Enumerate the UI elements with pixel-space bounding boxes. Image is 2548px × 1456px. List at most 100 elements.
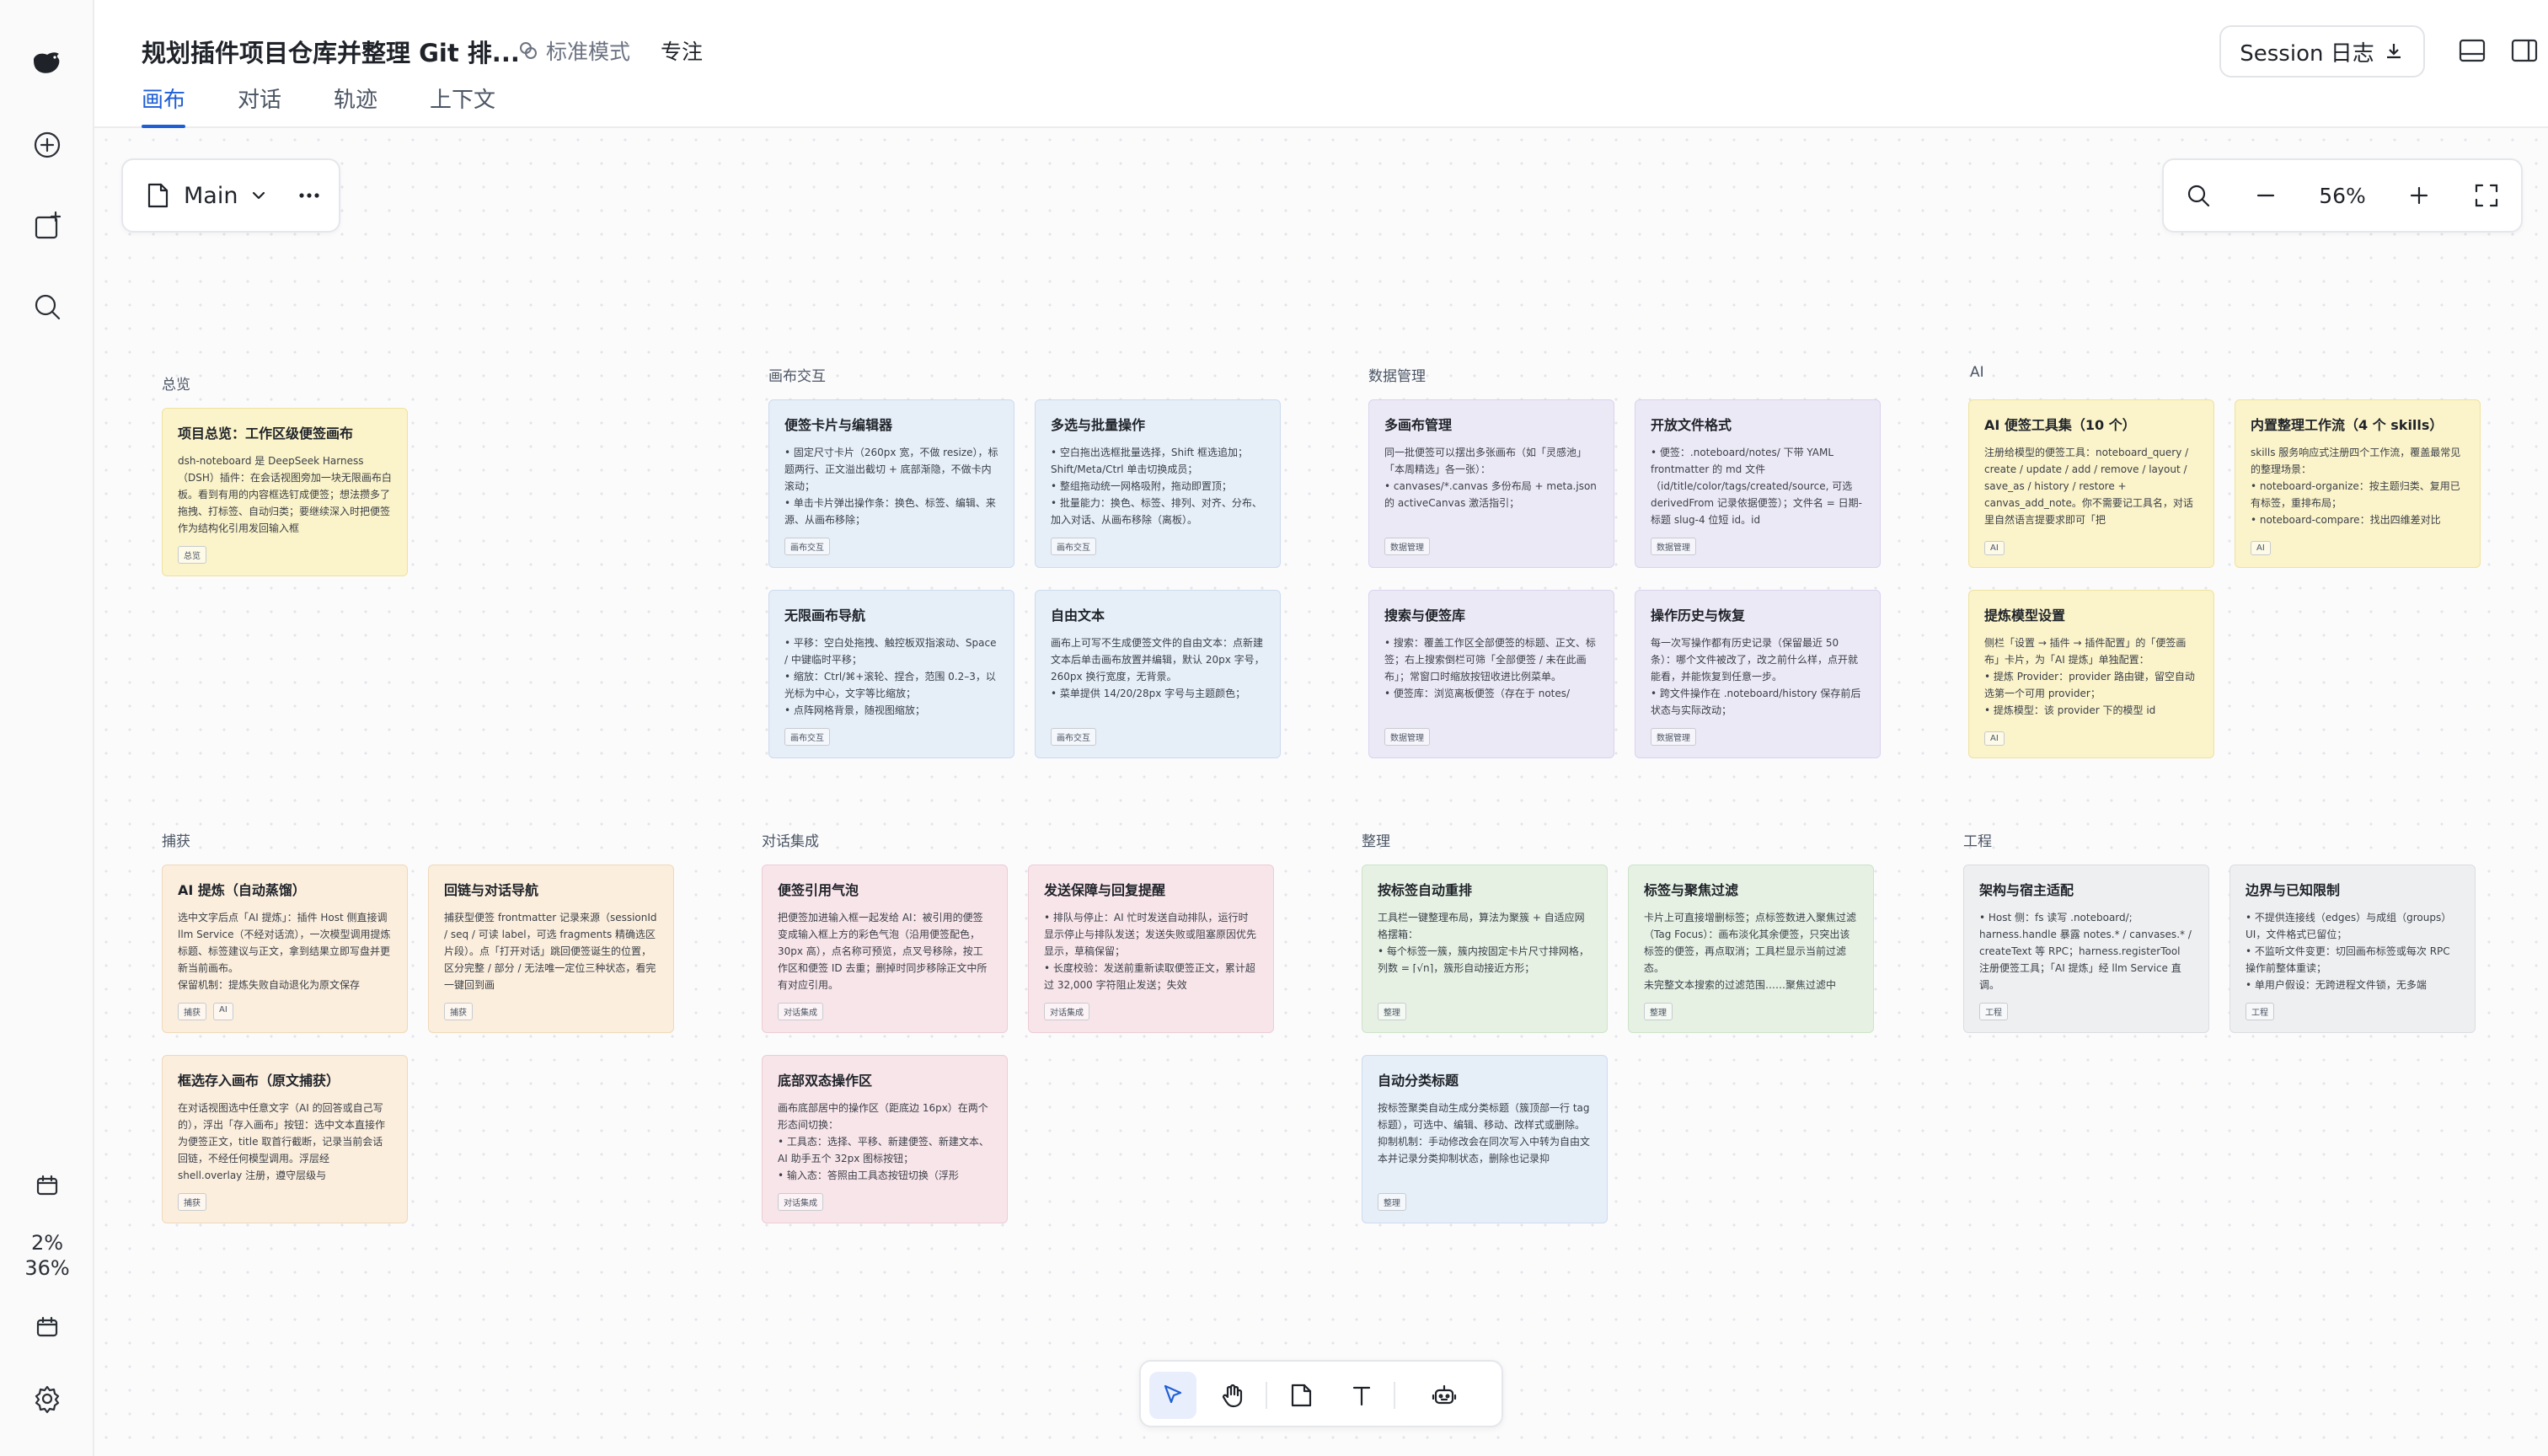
note-card[interactable]: 多选与批量操作 • 空白拖出选框批量选择，Shift 框选追加；Shift/Met… xyxy=(1035,399,1281,568)
hand-icon xyxy=(1222,1384,1243,1408)
tab-context[interactable]: 上下文 xyxy=(430,83,495,128)
tag-chip[interactable]: 工程 xyxy=(1979,1003,2008,1020)
note-card[interactable]: 标签与聚焦过滤 卡片上可直接增删标签；点标签数进入聚焦过滤（Tag Focus）：… xyxy=(1628,864,1874,1033)
tag-chip[interactable]: 画布交互 xyxy=(784,538,830,555)
note-card-tags: 捕获 xyxy=(444,1003,473,1020)
section-canvas-interaction[interactable]: 画布交互 xyxy=(768,364,826,385)
search-icon[interactable] xyxy=(24,283,71,330)
note-card-body: 在对话视图选中任意文字（AI 的回答或自己写的），浮出「存入画布」按钮：选中文本… xyxy=(178,1102,386,1181)
app-logo-icon[interactable] xyxy=(24,40,71,88)
section-capture[interactable]: 捕获 xyxy=(162,829,190,850)
select-tool-button[interactable] xyxy=(1149,1372,1196,1419)
note-card[interactable]: AI 便签工具集（10 个） 注册给模型的便签工具：noteboard_query… xyxy=(1968,399,2214,568)
note-card[interactable]: 多画布管理 同一批便签可以摆出多张画布（如「灵感池」「本周精选」各一张）： • c… xyxy=(1368,399,1614,568)
note-card[interactable]: 按标签自动重排 工具栏一键整理布局，算法为聚簇 + 自适应网格摆箱： • 每个标签… xyxy=(1362,864,1608,1033)
tag-chip[interactable]: 数据管理 xyxy=(1384,728,1430,746)
tag-chip[interactable]: 整理 xyxy=(1378,1193,1406,1211)
tab-canvas[interactable]: 画布 xyxy=(142,83,186,128)
tag-chip[interactable]: 数据管理 xyxy=(1384,538,1430,555)
note-card-tags: 整理 xyxy=(1378,1193,1406,1211)
calendar-icon[interactable] xyxy=(24,1163,71,1210)
tag-chip[interactable]: 画布交互 xyxy=(1051,538,1096,555)
tab-bar: 画布 对话 轨迹 上下文 xyxy=(142,83,548,128)
tag-chip[interactable]: AI xyxy=(1984,541,2005,555)
tag-chip[interactable]: 工程 xyxy=(2246,1003,2274,1020)
tag-chip[interactable]: 捕获 xyxy=(444,1003,473,1020)
note-card[interactable]: 架构与宿主适配 • Host 侧：fs 读写 .noteboard/; harne… xyxy=(1963,864,2209,1033)
canvas-search-icon[interactable] xyxy=(2184,181,2213,210)
tag-chip[interactable]: 总览 xyxy=(178,546,206,564)
session-log-button[interactable]: Session 日志 xyxy=(2219,25,2425,78)
ai-assistant-button[interactable] xyxy=(1421,1372,1468,1419)
settings-gear-icon[interactable] xyxy=(24,1375,71,1422)
note-card[interactable]: 回链与对话导航 捕获型便签 frontmatter 记录来源（sessionId … xyxy=(428,864,674,1033)
note-card[interactable]: 操作历史与恢复 每一次写操作都有历史记录（保留最近 50 条）：哪个文件被改了，改… xyxy=(1635,590,1881,758)
tag-chip[interactable]: AI xyxy=(213,1003,233,1020)
tag-chip[interactable]: 整理 xyxy=(1644,1003,1673,1020)
more-options-icon[interactable] xyxy=(295,181,324,210)
new-note-button[interactable] xyxy=(1277,1372,1325,1419)
section-overview[interactable]: 总览 xyxy=(162,372,190,393)
zoom-level[interactable]: 56% xyxy=(2319,184,2366,208)
tag-chip[interactable]: 画布交互 xyxy=(784,728,830,746)
calendar-icon-2[interactable] xyxy=(24,1304,71,1352)
note-card-body: • Host 侧：fs 读写 .noteboard/; harness.hand… xyxy=(1979,912,2192,991)
fit-to-screen-icon[interactable] xyxy=(2472,181,2501,210)
noteboard-canvas[interactable] xyxy=(94,128,2548,1456)
section-organize[interactable]: 整理 xyxy=(1362,829,1390,850)
section-data-management[interactable]: 数据管理 xyxy=(1368,364,1426,385)
note-card[interactable]: 项目总览：工作区级便签画布 dsh-noteboard 是 DeepSeek Ha… xyxy=(162,408,408,576)
new-text-button[interactable] xyxy=(1338,1372,1385,1419)
tab-trace[interactable]: 轨迹 xyxy=(334,83,377,128)
note-card-title: 无限画布导航 xyxy=(784,608,866,624)
tag-chip[interactable]: 捕获 xyxy=(178,1003,206,1020)
tag-chip[interactable]: 对话集成 xyxy=(1044,1003,1089,1020)
note-card[interactable]: 自由文本 画布上可写不生成便签文件的自由文本：点新建文本后单击画布放置并编辑，默认… xyxy=(1035,590,1281,758)
note-card-body: • 排队与停止：AI 忙时发送自动排队，运行时显示停止与排队发送；发送失败或阻塞… xyxy=(1044,912,1257,991)
note-card[interactable]: 底部双态操作区 画布底部居中的操作区（距底边 16px）在两个形态间切换： • 工… xyxy=(762,1055,1008,1223)
section-chat-integration[interactable]: 对话集成 xyxy=(762,829,819,850)
note-card-title: 回链与对话导航 xyxy=(444,882,539,898)
mode-toggle[interactable]: 标准模式 xyxy=(517,35,630,66)
tag-chip[interactable]: 整理 xyxy=(1378,1003,1406,1020)
note-card[interactable]: 框选存入画布（原文捕获） 在对话视图选中任意文字（AI 的回答或自己写的），浮出「… xyxy=(162,1055,408,1223)
bottom-panel-toggle-icon[interactable] xyxy=(2455,34,2489,67)
note-card[interactable]: 无限画布导航 • 平移：空白处拖拽、触控板双指滚动、Space / 中键临时平移；… xyxy=(768,590,1014,758)
note-card[interactable]: 开放文件格式 • 便签：.noteboard/notes/ 下带 YAML fro… xyxy=(1635,399,1881,568)
tag-chip[interactable]: 数据管理 xyxy=(1651,538,1696,555)
tag-chip[interactable]: AI xyxy=(1984,731,2005,746)
tag-chip[interactable]: 对话集成 xyxy=(778,1193,823,1211)
new-session-icon[interactable] xyxy=(24,121,71,169)
note-card[interactable]: AI 提炼（自动蒸馏） 选中文字后点「AI 提炼」：插件 Host 侧直接调 ll… xyxy=(162,864,408,1033)
note-card[interactable]: 便签引用气泡 把便签加进输入框一起发给 AI：被引用的便签变成输入框上方的彩色气泡… xyxy=(762,864,1008,1033)
note-card[interactable]: 搜索与便签库 • 搜索：覆盖工作区全部便签的标题、正文、标签；右上搜索倒栏可筛「全… xyxy=(1368,590,1614,758)
note-card-tags: 画布交互 xyxy=(1051,728,1096,746)
zoom-out-icon[interactable] xyxy=(2251,181,2280,210)
note-card-tags: 捕获 xyxy=(178,1193,206,1211)
chevron-down-icon[interactable] xyxy=(249,186,268,205)
tag-chip[interactable]: 画布交互 xyxy=(1051,728,1096,746)
note-card[interactable]: 发送保障与回复提醒 • 排队与停止：AI 忙时发送自动排队，运行时显示停止与排队发… xyxy=(1028,864,1274,1033)
note-card[interactable]: 边界与已知限制 • 不提供连接线（edges）与成组（groups）UI，文件格式… xyxy=(2230,864,2476,1033)
new-folder-icon[interactable] xyxy=(24,202,71,249)
note-card[interactable]: 提炼模型设置 侧栏「设置 → 插件 → 插件配置」的「便签画布」卡片，为「AI 提… xyxy=(1968,590,2214,758)
tag-chip[interactable]: 对话集成 xyxy=(778,1003,823,1020)
pan-tool-button[interactable] xyxy=(1210,1372,1257,1419)
note-card[interactable]: 便签卡片与编辑器 • 固定尺寸卡片（260px 宽，不做 resize），标题两行… xyxy=(768,399,1014,568)
bottom-toolbar xyxy=(1139,1360,1503,1427)
tag-chip[interactable]: 数据管理 xyxy=(1651,728,1696,746)
note-card-title: 便签卡片与编辑器 xyxy=(784,417,893,433)
note-add-icon xyxy=(1291,1384,1312,1407)
side-panel-toggle-icon[interactable] xyxy=(2508,34,2541,67)
section-engineering[interactable]: 工程 xyxy=(1963,829,1992,850)
note-card[interactable]: 自动分类标题 按标签聚类自动生成分类标题（簇顶部一行 tag 标题），可选中、编辑… xyxy=(1362,1055,1608,1223)
zoom-in-icon[interactable] xyxy=(2405,181,2433,210)
tag-chip[interactable]: 捕获 xyxy=(178,1193,206,1211)
tag-chip[interactable]: AI xyxy=(2251,541,2271,555)
focus-button[interactable]: 专注 xyxy=(661,35,703,66)
section-ai[interactable]: AI xyxy=(1970,364,1984,381)
board-selector[interactable]: Main xyxy=(121,158,340,233)
note-card-body: • 不提供连接线（edges）与成组（groups）UI，文件格式已留位； • … xyxy=(2246,912,2452,991)
note-card[interactable]: 内置整理工作流（4 个 skills） skills 服务响应式注册四个工作流，覆… xyxy=(2235,399,2481,568)
tab-chat[interactable]: 对话 xyxy=(238,83,281,128)
